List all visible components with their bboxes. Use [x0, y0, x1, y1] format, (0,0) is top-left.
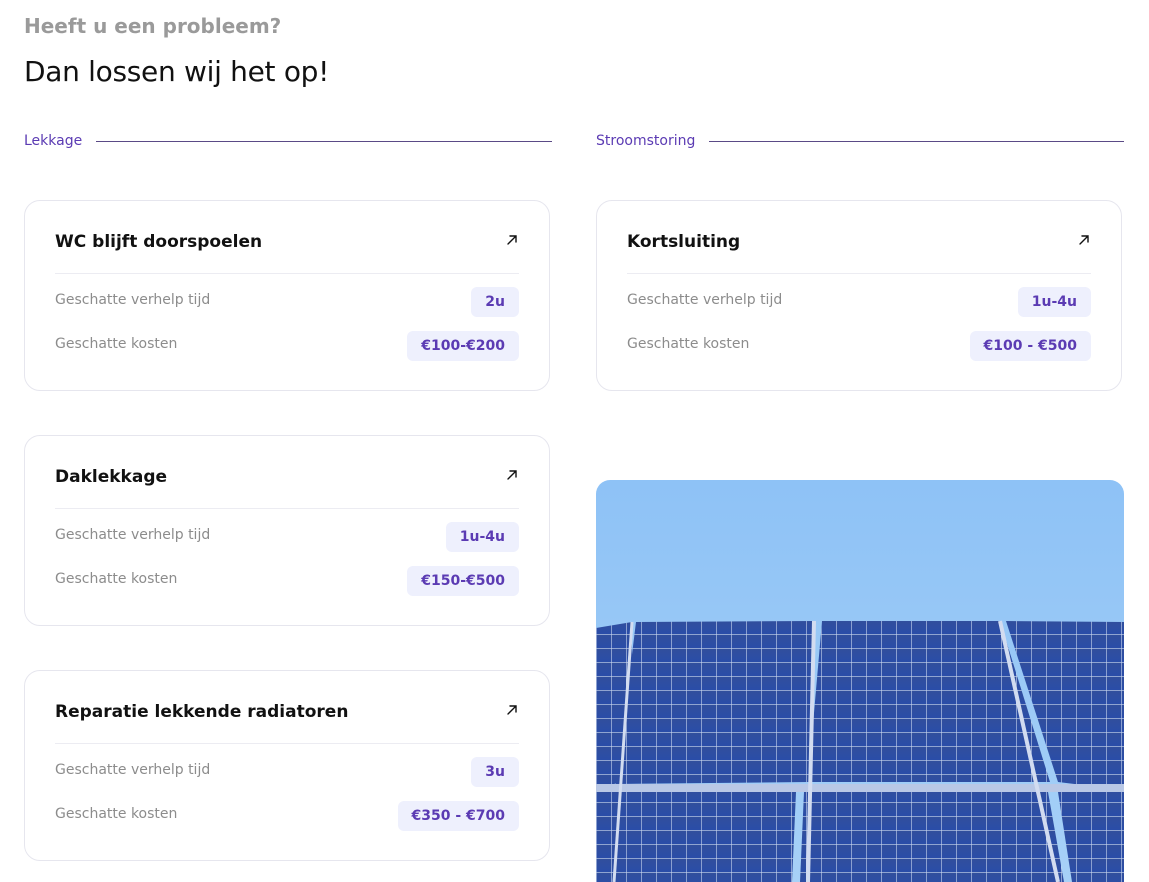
- card-title: Kortsluiting: [627, 232, 741, 252]
- time-row: Geschatte verhelp tijd 3u: [55, 757, 519, 787]
- cost-badge: €350 - €700: [397, 801, 519, 831]
- card-title: WC blijft doorspoelen: [55, 232, 263, 252]
- category-divider: [96, 140, 552, 142]
- problem-card-radiatoren[interactable]: Reparatie lekkende radiatoren Geschatte …: [24, 670, 550, 861]
- card-title: Daklekkage: [55, 467, 168, 487]
- card-header: Kortsluiting: [627, 231, 1091, 274]
- time-badge: 1u-4u: [1017, 287, 1091, 317]
- time-row: Geschatte verhelp tijd 1u-4u: [55, 522, 519, 552]
- card-header: WC blijft doorspoelen: [55, 231, 519, 274]
- category-label: Lekkage: [24, 133, 83, 149]
- card-header: Daklekkage: [55, 466, 519, 509]
- cost-label: Geschatte kosten: [627, 336, 750, 352]
- section-headline: Dan lossen wij het op!: [24, 55, 330, 88]
- time-label: Geschatte verhelp tijd: [55, 292, 211, 308]
- category-label: Stroomstoring: [596, 133, 696, 149]
- problem-card-daklekkage[interactable]: Daklekkage Geschatte verhelp tijd 1u-4u …: [24, 435, 550, 626]
- section-eyebrow: Heeft u een probleem?: [24, 14, 282, 38]
- time-label: Geschatte verhelp tijd: [627, 292, 783, 308]
- problem-card-kortsluiting[interactable]: Kortsluiting Geschatte verhelp tijd 1u-4…: [596, 200, 1122, 391]
- time-badge: 2u: [471, 287, 519, 317]
- time-label: Geschatte verhelp tijd: [55, 527, 211, 543]
- cost-row: Geschatte kosten €100 - €500: [627, 331, 1091, 361]
- cost-badge: €100 - €500: [969, 331, 1091, 361]
- time-row: Geschatte verhelp tijd 2u: [55, 287, 519, 317]
- solar-panels-illustration: [596, 480, 1124, 882]
- solar-panels-image: [596, 480, 1124, 882]
- time-badge: 3u: [471, 757, 519, 787]
- arrow-up-right-icon[interactable]: [505, 233, 519, 247]
- cost-label: Geschatte kosten: [55, 806, 178, 822]
- cost-row: Geschatte kosten €150-€500: [55, 566, 519, 596]
- cost-row: Geschatte kosten €100-€200: [55, 331, 519, 361]
- time-row: Geschatte verhelp tijd 1u-4u: [627, 287, 1091, 317]
- arrow-up-right-icon[interactable]: [505, 703, 519, 717]
- cost-badge: €150-€500: [407, 566, 519, 596]
- time-label: Geschatte verhelp tijd: [55, 762, 211, 778]
- cost-label: Geschatte kosten: [55, 336, 178, 352]
- card-title: Reparatie lekkende radiatoren: [55, 702, 349, 722]
- arrow-up-right-icon[interactable]: [505, 468, 519, 482]
- cost-row: Geschatte kosten €350 - €700: [55, 801, 519, 831]
- card-header: Reparatie lekkende radiatoren: [55, 701, 519, 744]
- problem-card-wc[interactable]: WC blijft doorspoelen Geschatte verhelp …: [24, 200, 550, 391]
- cost-label: Geschatte kosten: [55, 571, 178, 587]
- category-stroomstoring: Stroomstoring: [596, 130, 1124, 152]
- category-lekkage: Lekkage: [24, 130, 552, 152]
- time-badge: 1u-4u: [445, 522, 519, 552]
- arrow-up-right-icon[interactable]: [1077, 233, 1091, 247]
- category-divider: [709, 140, 1124, 142]
- cost-badge: €100-€200: [407, 331, 519, 361]
